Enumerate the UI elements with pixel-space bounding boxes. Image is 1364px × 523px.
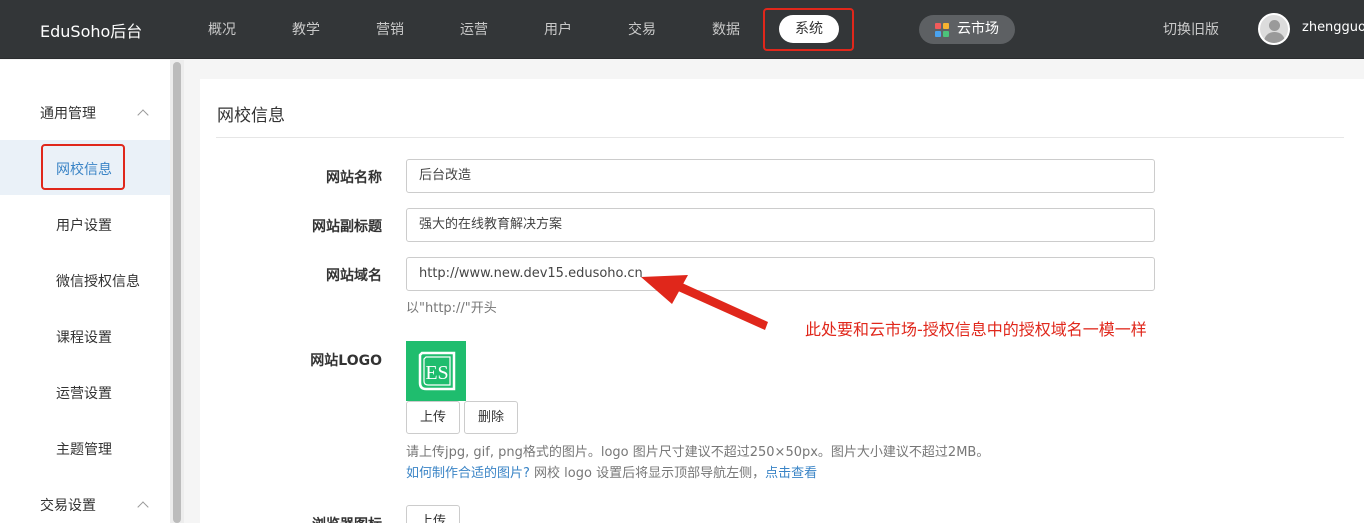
annotation-note: 此处要和云市场-授权信息中的授权域名一模一样 [805, 320, 1147, 339]
annotation-arrow [641, 275, 768, 330]
